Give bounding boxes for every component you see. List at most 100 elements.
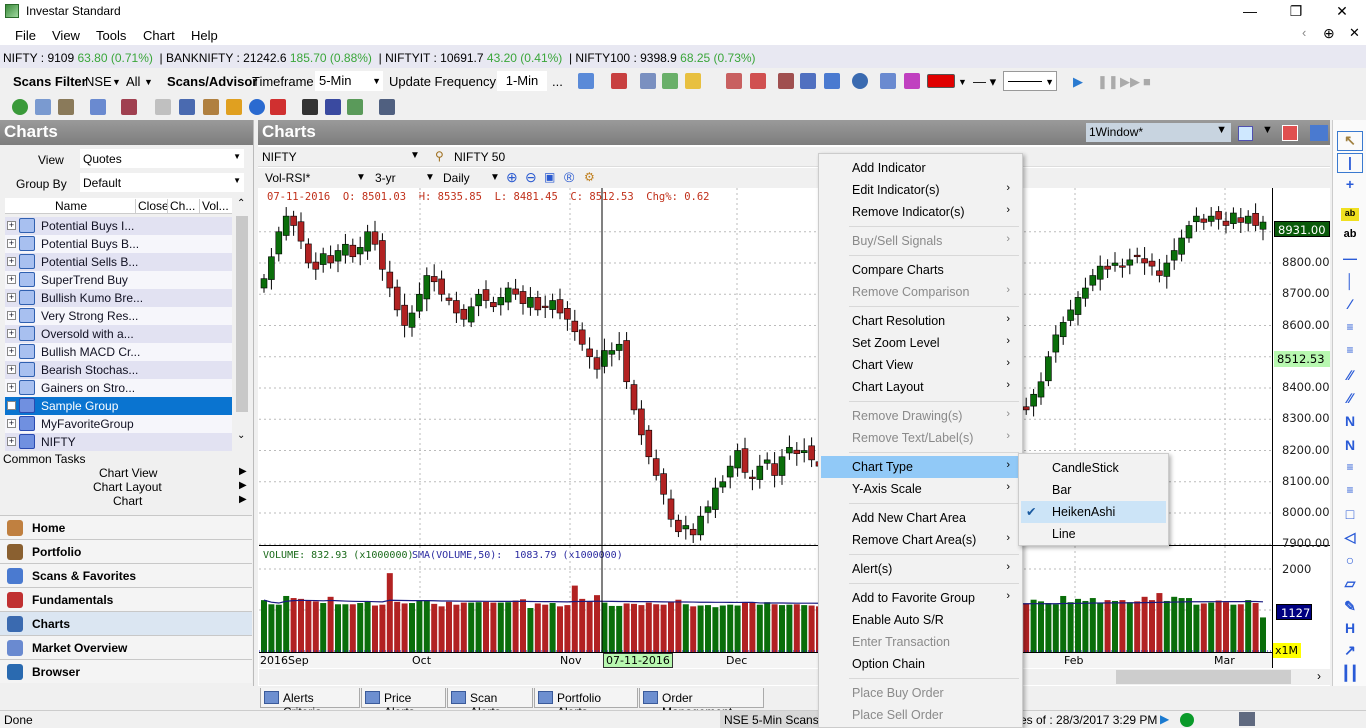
step-icon[interactable]: ▶▶ [1120, 74, 1140, 90]
chart-scrollbar-thumb[interactable] [1116, 670, 1291, 684]
bar-chart-icon[interactable] [824, 73, 840, 89]
nav-browser[interactable]: Browser [0, 659, 252, 683]
expand-icon[interactable]: + [7, 293, 16, 302]
more-button[interactable]: ... [552, 74, 563, 89]
fib-fan-icon[interactable]: ≡ [1337, 460, 1363, 480]
list-item[interactable]: + Very Strong Res... [5, 307, 232, 325]
menu-item-enter-transaction[interactable]: Enter Transaction [821, 631, 1020, 653]
expand-icon[interactable]: + [7, 365, 16, 374]
alert-bell-icon[interactable] [685, 73, 701, 89]
cycle-lines-icon[interactable]: ┃┃ [1337, 665, 1363, 685]
menu-file[interactable]: File [15, 28, 36, 43]
menu-item-chart-view[interactable]: Chart View › [821, 354, 1020, 376]
close-child-icon[interactable]: ✕ [1349, 25, 1360, 41]
menu-item-chart-resolution[interactable]: Chart Resolution › [821, 310, 1020, 332]
zoom-in-icon[interactable]: ⊕ [506, 169, 518, 186]
measure-icon[interactable]: H [1337, 620, 1363, 640]
list-item[interactable]: + SuperTrend Buy [5, 271, 232, 289]
chart-type-bar[interactable]: Bar [1021, 479, 1166, 501]
menu-item-compare-charts[interactable]: Compare Charts [821, 259, 1020, 281]
indicator-icon[interactable] [800, 73, 816, 89]
pause-icon[interactable]: ❚❚ [1097, 74, 1119, 90]
status-play-icon[interactable]: ▶ [1160, 712, 1169, 726]
symbol-dropdown-icon[interactable]: ▼ [410, 150, 420, 161]
list-item[interactable]: + Potential Sells B... [5, 253, 232, 271]
menu-item-add-indicator[interactable]: Add Indicator [821, 157, 1020, 179]
text-label-icon[interactable]: ab [1341, 208, 1359, 221]
chart-add-icon[interactable] [726, 73, 742, 89]
tab-alerts-criteria[interactable]: Alerts Criteria [260, 688, 360, 719]
fibonacci-icon[interactable]: ≡ [1337, 320, 1363, 340]
timeframe-select[interactable]: 5-Min ▼ [315, 71, 383, 91]
interval-select[interactable]: Daily [443, 171, 470, 185]
vertical-line-icon[interactable]: │ [1337, 273, 1363, 293]
task-chart-view[interactable]: Chart View [99, 466, 157, 480]
add-scan-icon[interactable] [578, 73, 594, 89]
nav-home[interactable]: Home [0, 515, 252, 539]
symbol-select[interactable]: NIFTY [262, 150, 297, 164]
export-pdf-icon[interactable] [270, 99, 286, 115]
expand-icon[interactable]: + [7, 419, 16, 428]
chart-type-line[interactable]: Line [1021, 523, 1166, 545]
save-icon[interactable] [325, 99, 341, 115]
zigzag-icon[interactable]: N [1337, 413, 1363, 433]
chart-remove-icon[interactable] [750, 73, 766, 89]
columns-icon[interactable] [179, 99, 195, 115]
scroll-right-icon[interactable]: › [1317, 669, 1321, 683]
fib-arc-icon[interactable]: ≡ [1337, 483, 1363, 503]
sync-icon[interactable] [347, 99, 363, 115]
back-icon[interactable]: ‹ [1302, 25, 1306, 40]
horizontal-line-icon[interactable]: — [1337, 250, 1363, 270]
all-dropdown[interactable]: All [126, 74, 140, 89]
rectangle-icon[interactable]: □ [1337, 506, 1363, 526]
help-icon[interactable] [249, 99, 265, 115]
color-picker[interactable] [927, 74, 955, 88]
menu-item-add-new-chart-area[interactable]: Add New Chart Area [821, 507, 1020, 529]
list-item[interactable]: + MyFavoriteGroup [5, 415, 232, 433]
color-icon[interactable] [904, 73, 920, 89]
menu-item-enable-auto-s-r[interactable]: Enable Auto S/R [821, 609, 1020, 631]
task-chart[interactable]: Chart [113, 494, 142, 508]
vertical-cursor-icon[interactable]: | [1337, 153, 1363, 173]
view-select[interactable]: Quotes ▼ [80, 149, 244, 168]
arrow-icon[interactable]: ↗ [1337, 642, 1363, 662]
tab-scan-alerts[interactable]: Scan Alerts [447, 688, 533, 719]
menu-item-remove-comparison[interactable]: Remove Comparison › [821, 281, 1020, 303]
menu-view[interactable]: View [52, 28, 80, 43]
play-icon[interactable]: ▶ [1073, 74, 1083, 90]
menu-item-buy-sell-signals[interactable]: Buy/Sell Signals › [821, 230, 1020, 252]
line-width-dropdown[interactable]: ▼ [1003, 71, 1057, 91]
add-alert-icon[interactable] [662, 73, 678, 89]
parallelogram-icon[interactable]: ▱ [1337, 575, 1363, 595]
chart-type-candlestick[interactable]: CandleStick [1021, 457, 1166, 479]
minimize-button[interactable]: — [1230, 2, 1270, 20]
group-by-select[interactable]: Default ▼ [80, 173, 244, 192]
presentation-icon[interactable] [203, 99, 219, 115]
expand-icon[interactable]: + [7, 257, 16, 266]
menu-item-option-chain[interactable]: Option Chain [821, 653, 1020, 675]
nav-charts[interactable]: Charts [0, 611, 252, 635]
scan-search-icon[interactable] [640, 73, 656, 89]
chart-settings-icon[interactable]: ⚙ [584, 170, 595, 184]
layout-dropdown-icon[interactable]: ▼ [1262, 124, 1273, 136]
tab-order-management[interactable]: Order Management [639, 688, 764, 719]
fib-pencil-icon[interactable]: ✎ [1337, 598, 1363, 618]
maximize-button[interactable]: ❐ [1276, 2, 1316, 20]
line-style-dropdown[interactable]: — ▾ [973, 74, 996, 90]
update-frequency-field[interactable]: 1-Min [497, 71, 547, 91]
list-item[interactable]: + Potential Buys B... [5, 235, 232, 253]
column-volume[interactable]: Vol... [199, 199, 229, 213]
refresh-icon[interactable] [12, 99, 28, 115]
regression-channel-icon[interactable]: N [1337, 437, 1363, 457]
split-icon[interactable] [155, 99, 171, 115]
exchange-dropdown[interactable]: NSE [85, 74, 112, 89]
ellipse-icon[interactable]: ○ [1337, 552, 1363, 572]
task-chart-layout[interactable]: Chart Layout [93, 480, 162, 494]
crosshair-icon[interactable]: + [1337, 176, 1363, 196]
undock-icon[interactable] [1310, 125, 1328, 141]
list-item[interactable]: + NIFTY [5, 433, 232, 451]
trend-line-icon[interactable]: ∕ [1337, 296, 1363, 316]
template-icon[interactable] [880, 73, 896, 89]
watchlist-icon[interactable] [35, 99, 51, 115]
nav-portfolio[interactable]: Portfolio [0, 539, 252, 563]
